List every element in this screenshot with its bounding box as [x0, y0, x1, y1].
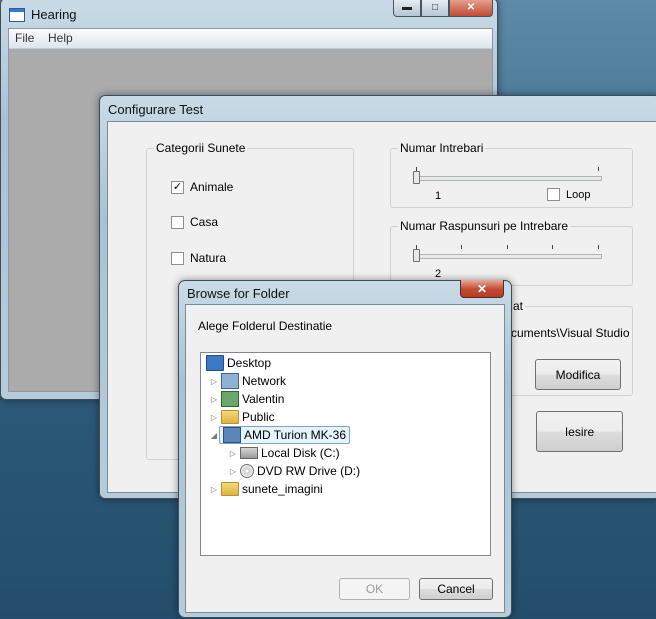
tree-item-label: Local Disk (C:) [261, 446, 340, 460]
browse-close-button[interactable]: ✕ [460, 280, 504, 298]
exit-button[interactable]: Iesire [536, 411, 623, 452]
menu-file[interactable]: File [15, 31, 34, 45]
expand-arrow-icon[interactable]: ▷ [228, 467, 238, 476]
tree-item-dvd[interactable]: ▷ DVD RW Drive (D:) [228, 462, 360, 480]
answers-slider-track[interactable] [414, 254, 602, 259]
hard-disk-icon [240, 447, 258, 459]
folder-path-text: cuments\Visual Studio [511, 326, 630, 340]
browse-dialog-title: Browse for Folder [187, 286, 290, 301]
user-folder-icon [221, 391, 239, 407]
cancel-button[interactable]: Cancel [419, 578, 493, 600]
tree-item-label: AMD Turion MK-36 [244, 428, 347, 442]
loop-checkbox-label: Loop [566, 188, 591, 201]
modify-button[interactable]: Modifica [535, 359, 621, 390]
loop-checkbox[interactable]: Loop [547, 188, 590, 201]
caption-buttons: ▬ □ ✕ [393, 0, 493, 17]
slider-tick [461, 245, 462, 249]
maximize-button[interactable]: □ [421, 0, 449, 17]
checkbox-animale-box[interactable]: ✓ [171, 180, 184, 194]
tree-item-label: Public [242, 410, 275, 424]
browse-client-area: Alege Folderul Destinatie Desktop ▷ Netw… [185, 304, 505, 613]
tree-item-label: Network [242, 374, 287, 388]
folder-icon [221, 410, 239, 424]
categories-group-label: Categorii Sunete [154, 141, 248, 155]
collapse-arrow-icon[interactable]: ◢ [209, 431, 219, 440]
expand-arrow-icon[interactable]: ▷ [209, 377, 219, 386]
tree-item-public[interactable]: ▷ Public [209, 408, 275, 426]
checkbox-casa-box[interactable] [171, 215, 184, 229]
slider-tick [552, 245, 553, 249]
minimize-button[interactable]: ▬ [393, 0, 421, 17]
close-button[interactable]: ✕ [449, 0, 493, 17]
checkbox-natura-box[interactable] [171, 251, 184, 265]
expand-arrow-icon[interactable]: ▷ [209, 413, 219, 422]
checkbox-natura[interactable]: Natura [171, 251, 226, 265]
answers-group: Numar Raspunsuri pe Intrebare 2 [390, 219, 633, 286]
answers-slider-thumb[interactable] [413, 249, 420, 262]
desktop-icon [206, 355, 224, 371]
questions-group: Numar Intrebari 1 Loop [390, 141, 633, 208]
tree-item-valentin[interactable]: ▷ Valentin [209, 390, 284, 408]
menu-bar: File Help [9, 29, 492, 49]
checkbox-natura-label: Natura [190, 251, 227, 265]
checkbox-casa[interactable]: Casa [171, 215, 218, 229]
browse-folder-dialog: Browse for Folder ✕ Alege Folderul Desti… [178, 280, 512, 618]
network-icon [221, 373, 239, 389]
tree-item-label: DVD RW Drive (D:) [257, 464, 361, 478]
dvd-drive-icon [240, 464, 254, 478]
tree-item-computer[interactable]: ◢ AMD Turion MK-36 [209, 426, 351, 444]
ok-button[interactable]: OK [339, 578, 410, 600]
expand-arrow-icon[interactable]: ▷ [228, 449, 238, 458]
questions-slider-thumb[interactable] [413, 171, 420, 184]
checkbox-animale[interactable]: ✓ Animale [171, 180, 233, 194]
answers-value: 2 [435, 268, 442, 280]
tree-item-label: Desktop [227, 356, 272, 370]
config-dialog-title: Configurare Test [108, 102, 204, 117]
expand-arrow-icon[interactable]: ▷ [209, 395, 219, 404]
computer-icon [223, 427, 241, 443]
slider-tick [598, 245, 599, 249]
browse-instruction: Alege Folderul Destinatie [198, 319, 333, 333]
folder-tree[interactable]: Desktop ▷ Network ▷ Valentin ▷ Public ◢ [200, 352, 491, 556]
checkbox-casa-label: Casa [190, 215, 219, 229]
checkbox-animale-label: Animale [190, 180, 234, 194]
folder-icon [221, 482, 239, 496]
hearing-window-title: Hearing [31, 7, 77, 22]
app-window-icon [9, 8, 25, 22]
tree-item-label: Valentin [242, 392, 285, 406]
folder-group-label: at [511, 299, 526, 313]
slider-tick [598, 167, 599, 171]
tree-item-sunete-imagini[interactable]: ▷ sunete_imagini [209, 480, 323, 498]
menu-help[interactable]: Help [48, 31, 73, 45]
selected-highlight: AMD Turion MK-36 [219, 426, 351, 444]
questions-slider-track[interactable] [414, 176, 602, 181]
loop-checkbox-box[interactable] [547, 188, 560, 201]
tree-item-label: sunete_imagini [242, 482, 323, 496]
tree-item-local-disk[interactable]: ▷ Local Disk (C:) [228, 444, 340, 462]
tree-item-network[interactable]: ▷ Network [209, 372, 286, 390]
slider-tick [507, 245, 508, 249]
questions-group-label: Numar Intrebari [398, 141, 486, 155]
answers-group-label: Numar Raspunsuri pe Intrebare [398, 219, 571, 233]
expand-arrow-icon[interactable]: ▷ [209, 485, 219, 494]
questions-value: 1 [435, 190, 442, 202]
tree-item-desktop[interactable]: Desktop [204, 354, 271, 372]
